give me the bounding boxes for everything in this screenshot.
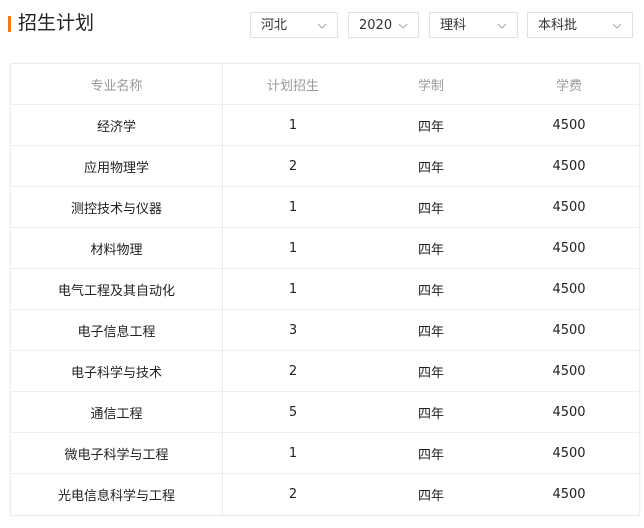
table-row: 光电信息科学与工程 2 四年 4500 (11, 474, 639, 515)
duration-cell: 四年 (417, 447, 444, 463)
major-cell: 应用物理学 (11, 146, 223, 186)
plan-cell: 1 (288, 240, 298, 256)
major-cell: 材料物理 (11, 228, 223, 268)
major-cell: 经济学 (11, 105, 223, 145)
plan-cell: 1 (288, 445, 298, 461)
plan-cell: 2 (288, 363, 298, 379)
table-row: 电子科学与技术 2 四年 4500 (11, 351, 639, 392)
duration-cell: 四年 (417, 324, 444, 340)
page-header: 招生计划 河北 2020 理科 本科批 (0, 0, 644, 56)
title-accent-bar (8, 16, 11, 32)
chevron-down-icon (317, 23, 327, 29)
fee-cell: 4500 (552, 363, 586, 379)
province-select[interactable]: 河北 (250, 12, 338, 38)
plan-cell: 2 (288, 487, 298, 502)
column-header-major: 专业名称 (11, 64, 223, 104)
province-select-value: 河北 (261, 18, 288, 33)
major-cell: 电气工程及其自动化 (11, 269, 223, 309)
fee-cell: 4500 (552, 199, 586, 215)
year-select-value: 2020 (359, 18, 393, 33)
major-cell: 微电子科学与工程 (11, 433, 223, 473)
column-header-plan: 计划招生 (266, 78, 319, 94)
subject-select[interactable]: 理科 (429, 12, 518, 38)
table-row: 通信工程 5 四年 4500 (11, 392, 639, 433)
plan-cell: 1 (288, 281, 298, 297)
page-title: 招生计划 (18, 12, 95, 34)
column-header-fee: 学费 (555, 78, 582, 94)
table-row: 应用物理学 2 四年 4500 (11, 146, 639, 187)
chevron-down-icon (497, 23, 507, 29)
year-select[interactable]: 2020 (348, 12, 419, 38)
table-header-row: 专业名称 计划招生 学制 学费 (11, 64, 639, 105)
table-row: 微电子科学与工程 1 四年 4500 (11, 433, 639, 474)
duration-cell: 四年 (417, 406, 444, 422)
batch-select[interactable]: 本科批 (527, 12, 633, 38)
fee-cell: 4500 (552, 404, 586, 420)
fee-cell: 4500 (552, 158, 586, 174)
table-row: 电子信息工程 3 四年 4500 (11, 310, 639, 351)
fee-cell: 4500 (552, 117, 586, 133)
subject-select-value: 理科 (440, 18, 467, 33)
fee-cell: 4500 (552, 240, 586, 256)
chevron-down-icon (612, 23, 622, 29)
plan-cell: 5 (288, 404, 298, 420)
column-header-duration: 学制 (417, 78, 444, 94)
table-row: 电气工程及其自动化 1 四年 4500 (11, 269, 639, 310)
major-cell: 测控技术与仪器 (11, 187, 223, 227)
plan-cell: 2 (288, 158, 298, 174)
duration-cell: 四年 (417, 119, 444, 135)
major-cell: 电子信息工程 (11, 310, 223, 350)
duration-cell: 四年 (417, 365, 444, 381)
duration-cell: 四年 (417, 160, 444, 176)
table-row: 经济学 1 四年 4500 (11, 105, 639, 146)
table-row: 测控技术与仪器 1 四年 4500 (11, 187, 639, 228)
major-cell: 电子科学与技术 (11, 351, 223, 391)
plan-cell: 1 (288, 199, 298, 215)
fee-cell: 4500 (552, 445, 586, 461)
duration-cell: 四年 (417, 489, 444, 504)
duration-cell: 四年 (417, 242, 444, 258)
enrollment-plan-table: 专业名称 计划招生 学制 学费 经济学 1 四年 4500 应用物理学 2 四年… (10, 63, 640, 516)
duration-cell: 四年 (417, 201, 444, 217)
major-cell: 通信工程 (11, 392, 223, 432)
table-row: 材料物理 1 四年 4500 (11, 228, 639, 269)
fee-cell: 4500 (552, 322, 586, 338)
chevron-down-icon (398, 23, 408, 29)
fee-cell: 4500 (552, 281, 586, 297)
plan-cell: 3 (288, 322, 298, 338)
duration-cell: 四年 (417, 283, 444, 299)
batch-select-value: 本科批 (538, 18, 578, 33)
fee-cell: 4500 (552, 487, 586, 502)
major-cell: 光电信息科学与工程 (11, 474, 223, 515)
plan-cell: 1 (288, 117, 298, 133)
